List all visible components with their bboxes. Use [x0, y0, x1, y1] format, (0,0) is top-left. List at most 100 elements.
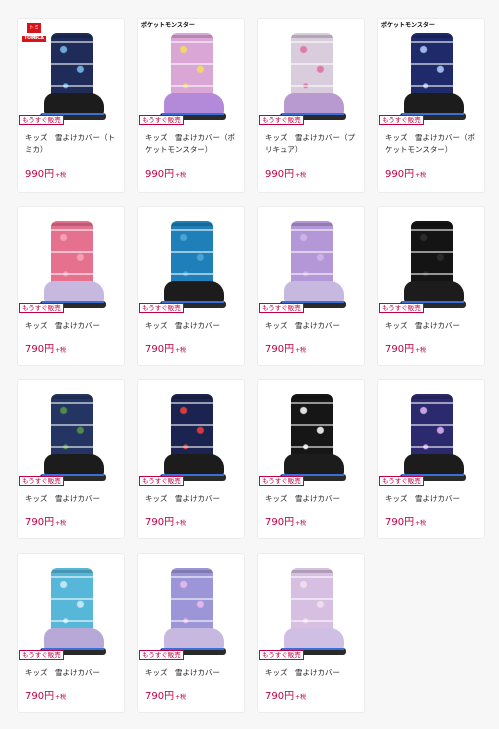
product-name[interactable]: キッズ 雪よけカバー（ポケットモンスター） [385, 132, 481, 156]
reflective-strip [291, 598, 333, 600]
reflective-strip [171, 424, 213, 426]
reflective-strip [291, 273, 333, 275]
product-card[interactable]: ポケットモンスター もうすぐ販売 キッズ 雪よけカバー（ポケットモンスター） 990円… [377, 18, 485, 193]
product-image[interactable]: もうすぐ販売 [18, 554, 124, 660]
boot-image [44, 454, 104, 476]
coming-soon-badge: もうすぐ販売 [139, 115, 184, 125]
reflective-strip [51, 63, 93, 65]
snow-gaiter-image [171, 394, 213, 460]
product-name[interactable]: キッズ 雪よけカバー [145, 320, 241, 332]
product-card[interactable]: もうすぐ販売 キッズ 雪よけカバー 790円+税 [377, 206, 485, 366]
product-image[interactable]: もうすぐ販売 [18, 380, 124, 486]
product-card[interactable]: もうすぐ販売 キッズ 雪よけカバー（プリキュア） 990円+税 [257, 18, 365, 193]
product-image[interactable]: ポケットモンスター もうすぐ販売 [138, 19, 244, 125]
reflective-strip [51, 41, 93, 43]
cuff-band [411, 396, 453, 399]
reflective-strip [291, 85, 333, 87]
reflective-strip [51, 402, 93, 404]
reflective-strip [51, 273, 93, 275]
product-image[interactable]: もうすぐ販売 [138, 207, 244, 313]
product-name[interactable]: キッズ 雪よけカバー [265, 493, 361, 505]
reflective-strip [171, 273, 213, 275]
product-image[interactable]: もうすぐ販売 [258, 380, 364, 486]
cuff-band [51, 396, 93, 399]
boot-image [44, 628, 104, 650]
product-name[interactable]: キッズ 雪よけカバー [25, 320, 121, 332]
product-name[interactable]: キッズ 雪よけカバー [265, 320, 361, 332]
product-image[interactable]: もうすぐ販売 [258, 19, 364, 125]
product-image[interactable]: ポケットモンスター もうすぐ販売 [378, 19, 484, 125]
product-name[interactable]: キッズ 雪よけカバー [145, 493, 241, 505]
coming-soon-badge: もうすぐ販売 [259, 303, 304, 313]
product-card[interactable]: トミカTOMICA もうすぐ販売キッズ 雪よけカバー（トミカ） 990円+税 [17, 18, 125, 193]
product-name[interactable]: キッズ 雪よけカバー [25, 493, 121, 505]
price-value: 790円 [145, 344, 175, 355]
boot-image [284, 93, 344, 115]
price-value: 790円 [265, 344, 295, 355]
product-image[interactable]: もうすぐ販売 [258, 207, 364, 313]
tax-label: +税 [295, 347, 307, 354]
product-image[interactable]: もうすぐ販売 [18, 207, 124, 313]
coming-soon-badge: もうすぐ販売 [259, 650, 304, 660]
product-card[interactable]: もうすぐ販売 キッズ 雪よけカバー 790円+税 [377, 379, 485, 539]
tax-label: +税 [55, 694, 67, 701]
price-value: 790円 [385, 344, 415, 355]
product-image[interactable]: もうすぐ販売 [258, 554, 364, 660]
price-value: 990円 [145, 169, 175, 180]
product-image[interactable]: もうすぐ販売 [138, 380, 244, 486]
product-price: 790円+税 [145, 340, 186, 355]
cuff-band [171, 35, 213, 38]
product-card[interactable]: もうすぐ販売キッズ 雪よけカバー 790円+税 [17, 553, 125, 713]
reflective-strip [291, 251, 333, 253]
reflective-strip [171, 85, 213, 87]
product-image[interactable]: トミカTOMICA もうすぐ販売 [18, 19, 124, 125]
reflective-strip [291, 63, 333, 65]
reflective-strip [411, 424, 453, 426]
price-value: 790円 [265, 691, 295, 702]
coming-soon-badge: もうすぐ販売 [259, 476, 304, 486]
brand-logo: ポケットモンスター [141, 22, 195, 29]
cuff-band [411, 223, 453, 226]
boot-image [164, 93, 224, 115]
snow-gaiter-image [51, 568, 93, 634]
product-card[interactable]: もうすぐ販売キッズ 雪よけカバー 790円+税 [257, 206, 365, 366]
product-price: 790円+税 [265, 513, 306, 528]
snow-gaiter-image [171, 33, 213, 99]
reflective-strip [411, 41, 453, 43]
product-name[interactable]: キッズ 雪よけカバー（ポケットモンスター） [145, 132, 241, 156]
tax-label: +税 [55, 347, 67, 354]
tax-label: +税 [175, 347, 187, 354]
boot-image [284, 454, 344, 476]
product-image[interactable]: もうすぐ販売 [378, 380, 484, 486]
coming-soon-badge: もうすぐ販売 [259, 115, 304, 125]
product-price: 790円+税 [25, 687, 66, 702]
product-price: 790円+税 [25, 513, 66, 528]
cuff-band [171, 223, 213, 226]
product-name[interactable]: キッズ 雪よけカバー [385, 320, 481, 332]
product-image[interactable]: もうすぐ販売 [378, 207, 484, 313]
price-value: 990円 [265, 169, 295, 180]
product-image[interactable]: もうすぐ販売 [138, 554, 244, 660]
reflective-strip [51, 251, 93, 253]
brand-logo: ポケットモンスター [381, 22, 435, 29]
cuff-band [291, 223, 333, 226]
product-card[interactable]: もうすぐ販売 キッズ 雪よけカバー 790円+税 [137, 553, 245, 713]
product-name[interactable]: キッズ 雪よけカバー [145, 667, 241, 679]
snow-gaiter-image [51, 221, 93, 287]
product-card[interactable]: もうすぐ販売キッズ 雪よけカバー 790円+税 [17, 206, 125, 366]
product-card[interactable]: もうすぐ販売キッズ 雪よけカバー 790円+税 [17, 379, 125, 539]
product-card[interactable]: もうすぐ販売キッズ 雪よけカバー 790円+税 [137, 206, 245, 366]
product-price: 790円+税 [25, 340, 66, 355]
product-name[interactable]: キッズ 雪よけカバー [385, 493, 481, 505]
product-card[interactable]: もうすぐ販売キッズ 雪よけカバー 790円+税 [257, 379, 365, 539]
product-card[interactable]: もうすぐ販売 キッズ 雪よけカバー 790円+税 [137, 379, 245, 539]
product-card[interactable]: もうすぐ販売 キッズ 雪よけカバー 790円+税 [257, 553, 365, 713]
product-name[interactable]: キッズ 雪よけカバー [25, 667, 121, 679]
snow-gaiter-image [51, 33, 93, 99]
price-value: 790円 [265, 517, 295, 528]
product-name[interactable]: キッズ 雪よけカバー [265, 667, 361, 679]
reflective-strip [291, 424, 333, 426]
product-name[interactable]: キッズ 雪よけカバー（トミカ） [25, 132, 121, 156]
product-card[interactable]: ポケットモンスター もうすぐ販売キッズ 雪よけカバー（ポケットモンスター） 990円… [137, 18, 245, 193]
product-name[interactable]: キッズ 雪よけカバー（プリキュア） [265, 132, 361, 156]
